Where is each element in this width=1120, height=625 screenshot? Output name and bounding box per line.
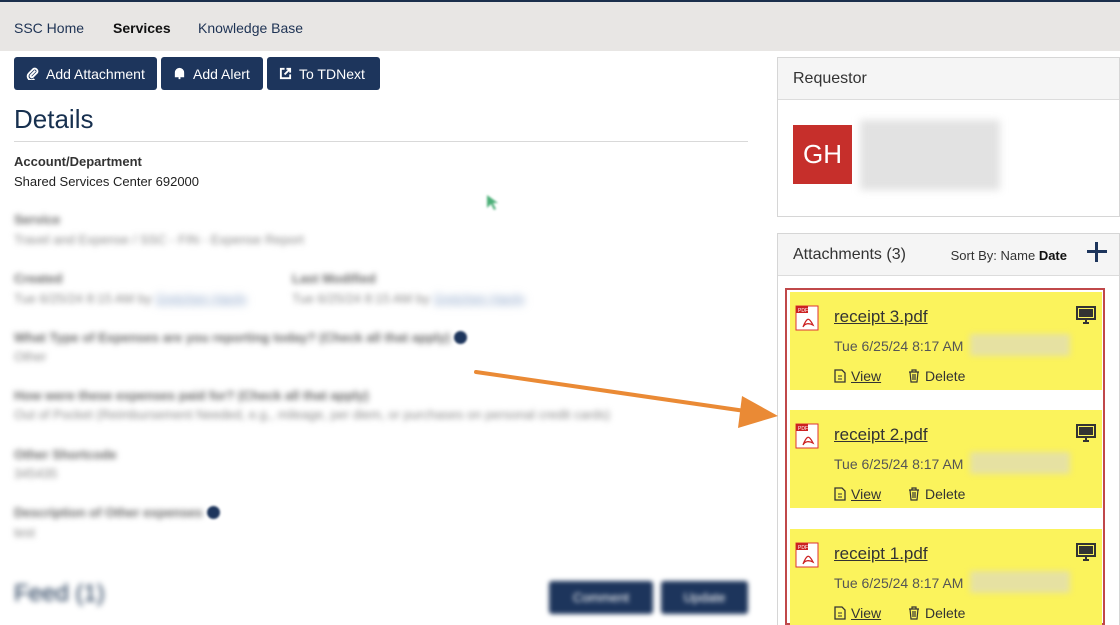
- to-tdnext-label: To TDNext: [299, 65, 365, 82]
- view-label: View: [851, 605, 882, 621]
- delete-label: Delete: [925, 486, 966, 502]
- redacted-uploader: [970, 452, 1070, 474]
- redacted-requestor-info: [860, 120, 1000, 190]
- description-label: Description of Other expenses: [14, 505, 203, 520]
- sort-controls: Sort By: Name Date: [951, 248, 1067, 263]
- bell-icon: [174, 67, 185, 80]
- service-value: Travel and Expense / SSC - FIN - Expense…: [14, 232, 304, 247]
- attachment-date: Tue 6/25/24 8:17 AM: [834, 338, 964, 354]
- svg-text:PDF: PDF: [798, 308, 808, 314]
- sort-by-label: Sort By:: [950, 248, 997, 263]
- created-date: Tue 6/25/24 8:15 AM by: [14, 291, 152, 306]
- desktop-icon[interactable]: [1076, 543, 1096, 561]
- created-value: Tue 6/25/24 8:15 AM by Gretchen Hardy: [14, 291, 247, 306]
- to-tdnext-button[interactable]: To TDNext: [267, 57, 380, 90]
- description-row: Description of Other expenses: [14, 505, 220, 520]
- account-value: Shared Services Center 692000: [14, 174, 200, 189]
- requestor-panel: Requestor GH: [777, 57, 1120, 217]
- pdf-file-icon: PDF: [795, 542, 819, 568]
- desktop-icon[interactable]: [1076, 424, 1096, 442]
- pdf-file-icon: PDF: [795, 305, 819, 331]
- account-label: Account/Department: [14, 154, 142, 169]
- modified-value: Tue 6/25/24 8:15 AM by Gretchen Hardy: [292, 291, 525, 306]
- file-icon: [834, 369, 846, 383]
- trash-icon: [909, 369, 919, 383]
- redacted-uploader: [970, 571, 1070, 593]
- delete-button[interactable]: Delete: [908, 486, 965, 502]
- attachment-item: PDF receipt 2.pdf Tue 6/25/24 8:17 AM Vi…: [790, 410, 1102, 508]
- delete-label: Delete: [925, 368, 966, 384]
- add-alert-label: Add Alert: [193, 65, 250, 82]
- svg-text:PDF: PDF: [798, 545, 808, 551]
- attachment-date: Tue 6/25/24 8:17 AM: [834, 575, 964, 591]
- sort-name-option[interactable]: Name: [1001, 248, 1036, 263]
- paperclip-icon: [26, 67, 39, 80]
- svg-text:PDF: PDF: [798, 426, 808, 432]
- mouse-cursor-icon: [487, 195, 498, 210]
- add-attachment-plus-icon[interactable]: [1085, 240, 1109, 264]
- comment-button[interactable]: Comment: [549, 581, 653, 614]
- info-icon[interactable]: [206, 506, 220, 519]
- attachments-title: Attachments (3): [793, 245, 906, 263]
- delete-label: Delete: [925, 605, 966, 621]
- view-button[interactable]: View: [834, 486, 881, 502]
- delete-button[interactable]: Delete: [908, 368, 965, 384]
- feed-heading: Feed (1): [14, 580, 105, 607]
- shortcode-label: Other Shortcode: [14, 447, 117, 462]
- modified-label: Last Modified: [292, 271, 376, 286]
- sort-date-option[interactable]: Date: [1039, 248, 1067, 263]
- attachment-date: Tue 6/25/24 8:17 AM: [834, 456, 964, 472]
- expense-type-value: Other: [14, 349, 47, 364]
- expense-type-row: What Type of Expenses are you reporting …: [14, 330, 468, 345]
- pdf-file-icon: PDF: [795, 423, 819, 449]
- add-alert-button[interactable]: Add Alert: [161, 57, 263, 90]
- attachment-link[interactable]: receipt 2.pdf: [834, 425, 928, 445]
- attachments-heading: Attachments (3): [778, 234, 1119, 276]
- desktop-icon[interactable]: [1076, 306, 1096, 324]
- attachment-item: PDF receipt 1.pdf Tue 6/25/24 8:17 AM Vi…: [790, 529, 1102, 625]
- trash-icon: [909, 606, 919, 620]
- shortcode-value: 345435: [14, 466, 58, 481]
- payment-method-label: How were these expenses paid for? (Check…: [14, 388, 369, 403]
- description-value: test: [14, 525, 35, 540]
- nav-services[interactable]: Services: [113, 20, 171, 36]
- requestor-heading: Requestor: [778, 58, 1119, 100]
- add-attachment-label: Add Attachment: [46, 65, 145, 82]
- info-icon[interactable]: [454, 331, 468, 344]
- modified-by-link[interactable]: Gretchen Hardy: [433, 291, 525, 306]
- view-button[interactable]: View: [834, 368, 881, 384]
- redacted-uploader: [970, 334, 1070, 356]
- file-icon: [834, 606, 846, 620]
- created-by-link[interactable]: Gretchen Hardy: [155, 291, 247, 306]
- expense-type-label: What Type of Expenses are you reporting …: [14, 330, 451, 345]
- update-button[interactable]: Update: [661, 581, 748, 614]
- details-heading: Details: [14, 104, 94, 134]
- attachment-item: PDF receipt 3.pdf Tue 6/25/24 8:17 AM Vi…: [790, 292, 1102, 390]
- service-label: Service: [14, 212, 61, 227]
- add-attachment-button[interactable]: Add Attachment: [14, 57, 157, 90]
- attachment-link[interactable]: receipt 3.pdf: [834, 307, 928, 327]
- view-label: View: [851, 486, 882, 502]
- avatar: GH: [793, 125, 852, 184]
- created-label: Created: [14, 271, 63, 286]
- view-button[interactable]: View: [834, 605, 881, 621]
- external-link-icon: [279, 67, 292, 80]
- details-divider: [14, 141, 748, 142]
- trash-icon: [909, 487, 919, 501]
- modified-date: Tue 6/25/24 8:15 AM by: [292, 291, 430, 306]
- delete-button[interactable]: Delete: [908, 605, 965, 621]
- view-label: View: [851, 368, 882, 384]
- attachment-link[interactable]: receipt 1.pdf: [834, 544, 928, 564]
- nav-ssc-home[interactable]: SSC Home: [14, 20, 84, 36]
- nav-knowledge-base[interactable]: Knowledge Base: [198, 20, 303, 36]
- annotation-arrow: [474, 370, 778, 428]
- file-icon: [834, 487, 846, 501]
- top-nav: SSC Home Services Knowledge Base: [0, 0, 1120, 51]
